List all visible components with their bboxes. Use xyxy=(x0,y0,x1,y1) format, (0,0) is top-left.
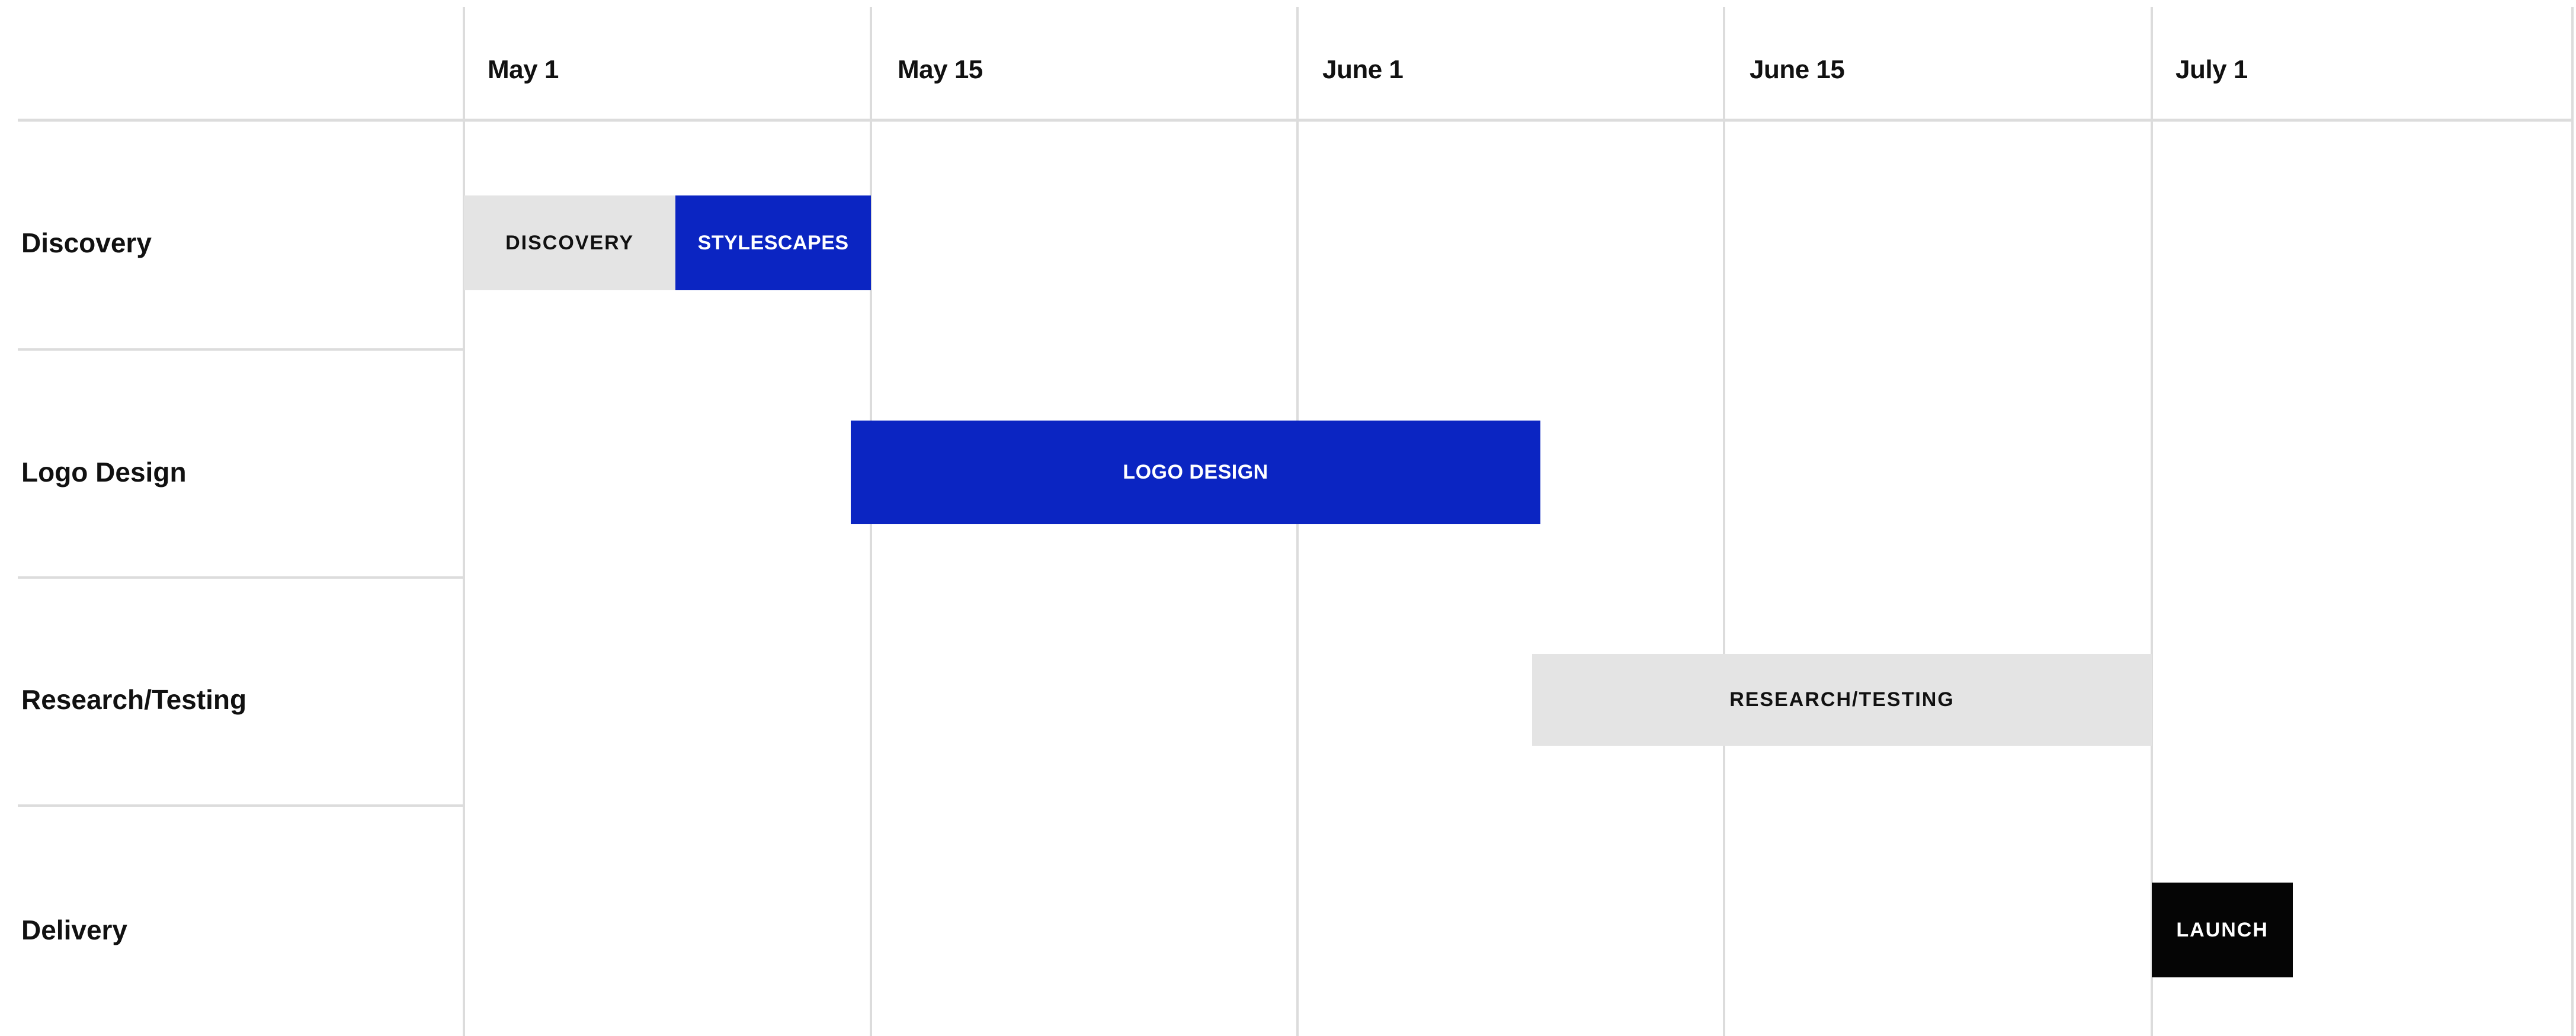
task-bar-stylescapes: STYLESCAPES xyxy=(675,195,871,290)
date-label: May 15 xyxy=(898,55,983,84)
task-bar-label: RESEARCH/TESTING xyxy=(1729,688,1955,711)
task-bar-label: DISCOVERY xyxy=(505,231,635,254)
task-bar-label: LOGO DESIGN xyxy=(1123,460,1268,483)
task-bar-launch: LAUNCH xyxy=(2152,883,2293,977)
date-label: June 15 xyxy=(1750,55,1845,84)
task-bar-label: STYLESCAPES xyxy=(697,231,849,254)
task-bar-label: LAUNCH xyxy=(2176,918,2269,941)
row-label: Delivery xyxy=(21,915,128,945)
date-label: June 1 xyxy=(1322,55,1404,84)
task-bar-discovery: DISCOVERY xyxy=(464,195,676,290)
task-bar-research-testing: RESEARCH/TESTING xyxy=(1532,653,2152,746)
task-bar-logo-design: LOGO DESIGN xyxy=(850,420,1541,524)
row-label: Logo Design xyxy=(21,457,187,487)
row-label: Discovery xyxy=(21,227,152,258)
date-label: May 1 xyxy=(488,55,559,84)
row-label: Research/Testing xyxy=(21,684,247,715)
date-label: July 1 xyxy=(2175,55,2248,84)
